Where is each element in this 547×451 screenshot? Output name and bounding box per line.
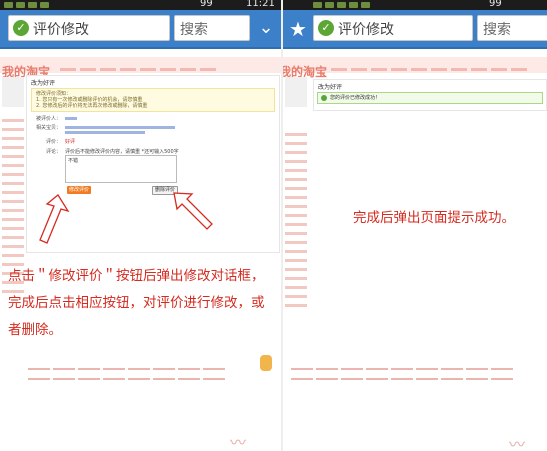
- battery-level: 99: [200, 0, 213, 9]
- page-footer: [291, 365, 547, 380]
- nav-links: [331, 68, 527, 73]
- browser-toolbar: ✓ 评价修改 搜索 ⌄: [0, 10, 281, 49]
- mascot-icon: [260, 355, 272, 371]
- field-value: [65, 117, 77, 120]
- notice-line: 2. 您修改后的评价将无法再次修改或删除，请慎重: [36, 103, 148, 109]
- web-page: 我的淘宝 改为好评 您的评价已修改成功！ 完成后弹出页面提示成功。 〰: [283, 49, 547, 451]
- clock: 11:21: [246, 0, 275, 9]
- search-placeholder: 搜索: [180, 22, 208, 38]
- url-text: 评价修改: [33, 22, 89, 38]
- modify-review-button[interactable]: 修改评价: [67, 186, 91, 194]
- notification-icon: [16, 2, 25, 8]
- star-icon[interactable]: ★: [287, 18, 309, 40]
- arrow-up-left-icon: [173, 192, 213, 230]
- success-banner: 您的评价已修改成功！: [317, 92, 543, 104]
- dialog-title: 改为好评: [31, 80, 56, 87]
- avatar: [285, 77, 307, 107]
- search-input[interactable]: 搜索: [477, 15, 547, 41]
- notification-icons: [4, 0, 49, 10]
- battery-level: 99: [489, 0, 502, 9]
- notification-icon: [40, 2, 49, 8]
- rating-value[interactable]: 好评: [65, 138, 75, 145]
- instruction-caption: 点击＂修改评价＂按钮后弹出修改对话框，完成后点击相应按钮，对评价进行修改，或者删…: [8, 268, 265, 338]
- search-placeholder: 搜索: [483, 22, 511, 38]
- notification-icons: [313, 0, 370, 10]
- notification-icon: [325, 2, 334, 8]
- page-footer: [291, 355, 547, 370]
- field-label: 被评价人：: [35, 116, 61, 122]
- page-footer: [28, 355, 281, 370]
- comment-textarea[interactable]: 不错: [65, 155, 177, 183]
- status-bar: 99: [283, 0, 547, 10]
- shield-check-icon: ✓: [13, 20, 29, 36]
- web-page: 我的淘宝 改为好评 修改评价须知： 1. 您只有一次修改或删除评价的机会，请您慎…: [0, 49, 281, 451]
- notification-icon: [361, 2, 370, 8]
- notification-icon: [349, 2, 358, 8]
- field-value: [65, 131, 145, 134]
- instruction-caption: 完成后弹出页面提示成功。: [353, 210, 515, 226]
- success-dialog: 改为好评 您的评价已修改成功！: [313, 79, 547, 111]
- success-message: 您的评价已修改成功！: [330, 95, 381, 101]
- right-screen: 99 ★ ✓ 评价修改 搜索 我的淘宝 改为好评 您的评价已修改成功！ 完成后弹…: [283, 0, 547, 451]
- field-label: 评论：: [45, 149, 61, 155]
- notification-icon: [313, 2, 322, 8]
- sidebar: [2, 119, 24, 391]
- chevron-down-icon[interactable]: ⌄: [253, 15, 279, 41]
- notification-icon: [4, 2, 13, 8]
- comment-text: 不错: [68, 158, 79, 164]
- field-label: 评价：: [45, 139, 61, 145]
- notice-box: 修改评价须知： 1. 您只有一次修改或删除评价的机会，请您慎重 2. 您修改后的…: [31, 88, 275, 112]
- page-footer: [28, 365, 281, 380]
- check-circle-icon: [321, 95, 327, 101]
- nav-links: [60, 68, 216, 73]
- comment-hint: 评价后不能修改评价内容，请慎重 *还可输入500字: [65, 149, 179, 155]
- arrow-up-icon: [39, 194, 70, 244]
- url-bar[interactable]: ✓ 评价修改: [313, 15, 473, 41]
- site-header: 我的淘宝: [0, 57, 281, 79]
- status-bar: 99 11:21: [0, 0, 281, 10]
- notification-icon: [337, 2, 346, 8]
- site-header: 我的淘宝: [283, 57, 547, 79]
- notification-icon: [28, 2, 37, 8]
- shield-check-icon: ✓: [318, 20, 334, 36]
- field-value: [65, 126, 175, 129]
- url-bar[interactable]: ✓ 评价修改: [8, 15, 170, 41]
- search-input[interactable]: 搜索: [174, 15, 250, 41]
- url-text: 评价修改: [338, 22, 394, 38]
- browser-toolbar: ★ ✓ 评价修改 搜索: [283, 10, 547, 49]
- avatar: [2, 77, 24, 107]
- left-screen: 99 11:21 ✓ 评价修改 搜索 ⌄ 我的淘宝 改为好评 修改评价须知： 1…: [0, 0, 281, 451]
- watermark-scribble: 〰: [230, 433, 247, 451]
- field-label: 相关宝贝：: [35, 125, 61, 131]
- sidebar: [285, 133, 307, 391]
- dialog-title: 改为好评: [318, 84, 343, 91]
- watermark-scribble: 〰: [509, 435, 526, 451]
